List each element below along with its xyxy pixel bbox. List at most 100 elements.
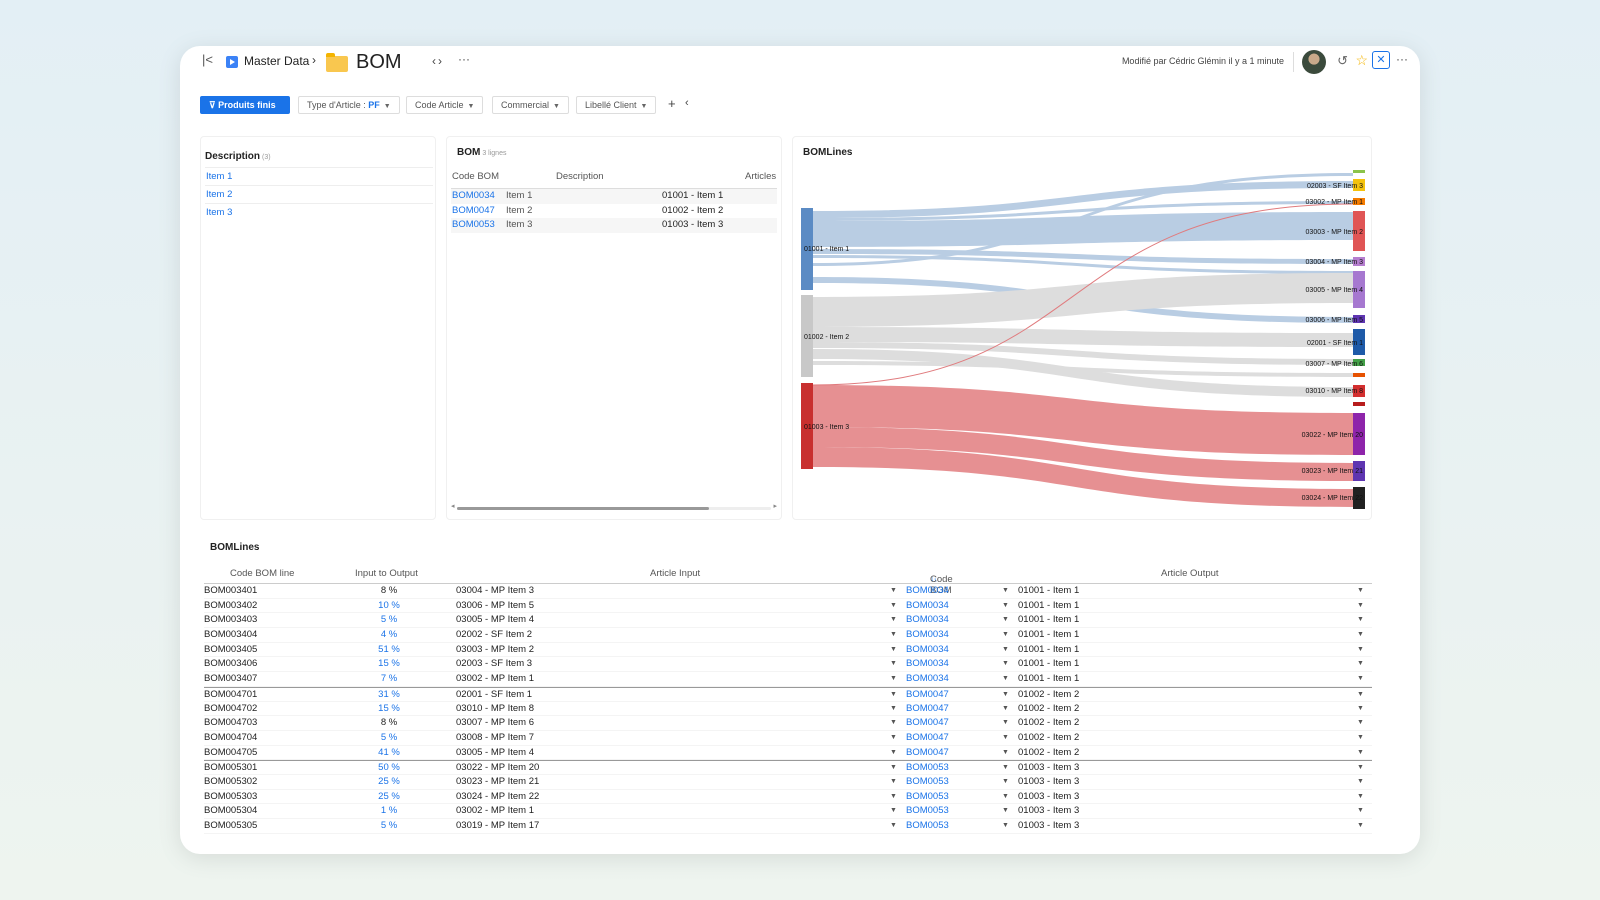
dropdown-caret-icon[interactable]: ▼ <box>1357 628 1364 642</box>
bom-code-link[interactable]: BOM0047 <box>452 204 495 218</box>
dropdown-caret-icon[interactable]: ▼ <box>890 672 897 686</box>
dropdown-caret-icon[interactable]: ▼ <box>890 688 897 702</box>
dropdown-caret-icon[interactable]: ▼ <box>1357 613 1364 627</box>
scroll-right-icon[interactable]: ▸ <box>773 502 777 510</box>
dropdown-caret-icon[interactable]: ▼ <box>890 716 897 730</box>
filter-type-article[interactable]: Type d'Article : PF ▼ <box>298 96 400 114</box>
table-row[interactable]: BOM005305 5 % 03019 - MP Item 17 BOM0053 010… <box>204 819 1372 834</box>
list-item[interactable]: Item 2 <box>205 185 433 203</box>
input-to-output-value[interactable]: 10 % <box>324 599 454 613</box>
dropdown-caret-icon[interactable]: ▼ <box>1002 657 1009 671</box>
dropdown-caret-icon[interactable]: ▼ <box>1002 716 1009 730</box>
filter-code-article[interactable]: Code Article ▼ <box>406 96 484 114</box>
column-header[interactable]: Article Output <box>1161 568 1219 579</box>
dropdown-caret-icon[interactable]: ▼ <box>1002 628 1009 642</box>
bom-code-link[interactable]: BOM0047 <box>906 746 949 760</box>
column-header[interactable]: Description <box>556 167 604 187</box>
input-to-output-value[interactable]: 51 % <box>324 643 454 657</box>
bom-code-link[interactable]: BOM0053 <box>906 790 949 804</box>
dropdown-caret-icon[interactable]: ▼ <box>890 819 897 833</box>
history-icon[interactable]: ↺ <box>1337 53 1348 69</box>
dropdown-caret-icon[interactable]: ▼ <box>890 790 897 804</box>
filter-libelle-client[interactable]: Libellé Client ▼ <box>576 96 657 114</box>
dropdown-caret-icon[interactable]: ▼ <box>1357 643 1364 657</box>
horizontal-scrollbar[interactable]: ◂ ▸ <box>451 502 777 511</box>
input-to-output-value[interactable]: 41 % <box>324 746 454 760</box>
dropdown-caret-icon[interactable]: ▼ <box>1002 775 1009 789</box>
table-row[interactable]: BOM004703 8 % 03007 - MP Item 6 BOM0047 0100… <box>204 716 1372 731</box>
scroll-thumb[interactable] <box>457 507 709 510</box>
collapse-sidebar-icon[interactable]: |< <box>202 52 213 67</box>
dropdown-caret-icon[interactable]: ▼ <box>890 584 897 598</box>
bom-code-link[interactable]: BOM0053 <box>906 775 949 789</box>
input-to-output-value[interactable]: 15 % <box>324 657 454 671</box>
input-to-output-value[interactable]: 25 % <box>324 775 454 789</box>
input-to-output-value[interactable]: 5 % <box>324 731 454 745</box>
bom-code-link[interactable]: BOM0034 <box>906 584 949 598</box>
dropdown-caret-icon[interactable]: ▼ <box>1357 702 1364 716</box>
dropdown-caret-icon[interactable]: ▼ <box>890 761 897 775</box>
input-to-output-value[interactable]: 5 % <box>324 819 454 833</box>
dropdown-caret-icon[interactable]: ▼ <box>1002 584 1009 598</box>
more-options-icon[interactable]: ··· <box>458 52 470 66</box>
input-to-output-value[interactable]: 31 % <box>324 688 454 702</box>
table-row[interactable]: BOM004704 5 % 03008 - MP Item 7 BOM0047 0100… <box>204 731 1372 746</box>
input-to-output-value[interactable]: 25 % <box>324 790 454 804</box>
add-filter-icon[interactable]: + <box>668 96 676 111</box>
dropdown-caret-icon[interactable]: ▼ <box>890 613 897 627</box>
column-header[interactable]: Articles <box>745 167 776 187</box>
bom-code-link[interactable]: BOM0034 <box>906 628 949 642</box>
column-header[interactable]: Code BOM line <box>230 568 294 579</box>
table-row[interactable]: BOM003405 51 % 03003 - MP Item 2 BOM0034 010… <box>204 643 1372 658</box>
bom-code-link[interactable]: BOM0053 <box>906 761 949 775</box>
dropdown-caret-icon[interactable]: ▼ <box>1357 775 1364 789</box>
input-to-output-value[interactable]: 5 % <box>324 613 454 627</box>
dropdown-caret-icon[interactable]: ▼ <box>1357 584 1364 598</box>
tools-icon[interactable]: ✕ <box>1372 51 1390 69</box>
dropdown-caret-icon[interactable]: ▼ <box>890 643 897 657</box>
table-row[interactable]: BOM005302 25 % 03023 - MP Item 21 BOM0053 01… <box>204 775 1372 790</box>
dropdown-caret-icon[interactable]: ▼ <box>1357 657 1364 671</box>
dropdown-caret-icon[interactable]: ▼ <box>1357 599 1364 613</box>
table-row[interactable]: BOM004702 15 % 03010 - MP Item 8 BOM0047 010… <box>204 702 1372 717</box>
star-icon[interactable]: ☆ <box>1355 52 1368 69</box>
bom-code-link[interactable]: BOM0034 <box>906 613 949 627</box>
dropdown-caret-icon[interactable]: ▼ <box>1357 746 1364 760</box>
sankey-node[interactable] <box>1353 373 1365 377</box>
more-options-icon[interactable]: ··· <box>1396 52 1408 66</box>
sankey-node[interactable] <box>1353 402 1365 406</box>
dropdown-caret-icon[interactable]: ▼ <box>890 775 897 789</box>
dropdown-caret-icon[interactable]: ▼ <box>1002 746 1009 760</box>
dropdown-caret-icon[interactable]: ▼ <box>1002 688 1009 702</box>
bom-code-link[interactable]: BOM0053 <box>906 819 949 833</box>
bom-code-link[interactable]: BOM0034 <box>906 599 949 613</box>
sankey-node[interactable] <box>1353 170 1365 173</box>
table-row[interactable]: BOM0053 Item 3 01003 - Item 3 <box>451 218 777 233</box>
input-to-output-value[interactable]: 50 % <box>324 761 454 775</box>
bom-code-link[interactable]: BOM0047 <box>906 688 949 702</box>
table-row[interactable]: BOM004705 41 % 03005 - MP Item 4 BOM0047 010… <box>204 746 1372 761</box>
dropdown-caret-icon[interactable]: ▼ <box>1357 716 1364 730</box>
chevron-left-icon[interactable]: ‹ <box>685 97 689 109</box>
table-row[interactable]: BOM003406 15 % 02003 - SF Item 3 BOM0034 010… <box>204 657 1372 673</box>
table-row[interactable]: BOM003407 7 % 03002 - MP Item 1 BOM0034 0100… <box>204 672 1372 687</box>
dropdown-caret-icon[interactable]: ▼ <box>890 804 897 818</box>
table-row[interactable]: BOM005304 1 % 03002 - MP Item 1 BOM0053 0100… <box>204 804 1372 819</box>
dropdown-caret-icon[interactable]: ▼ <box>1002 613 1009 627</box>
table-row[interactable]: BOM003404 4 % 02002 - SF Item 2 BOM0034 0100… <box>204 628 1372 643</box>
bom-code-link[interactable]: BOM0034 <box>452 189 495 203</box>
bom-code-link[interactable]: BOM0034 <box>906 672 949 686</box>
table-row[interactable]: BOM003403 5 % 03005 - MP Item 4 BOM0034 0100… <box>204 613 1372 629</box>
avatar[interactable] <box>1302 50 1326 74</box>
dropdown-caret-icon[interactable]: ▼ <box>1357 688 1364 702</box>
dropdown-caret-icon[interactable]: ▼ <box>1002 804 1009 818</box>
dropdown-caret-icon[interactable]: ▼ <box>890 702 897 716</box>
bom-code-link[interactable]: BOM0053 <box>452 218 495 232</box>
dropdown-caret-icon[interactable]: ▼ <box>1002 761 1009 775</box>
dropdown-caret-icon[interactable]: ▼ <box>1357 819 1364 833</box>
dropdown-caret-icon[interactable]: ▼ <box>1002 790 1009 804</box>
dropdown-caret-icon[interactable]: ▼ <box>890 731 897 745</box>
list-item[interactable]: Item 3 <box>205 203 433 221</box>
bom-code-link[interactable]: BOM0034 <box>906 657 949 671</box>
input-to-output-value[interactable]: 7 % <box>324 672 454 686</box>
